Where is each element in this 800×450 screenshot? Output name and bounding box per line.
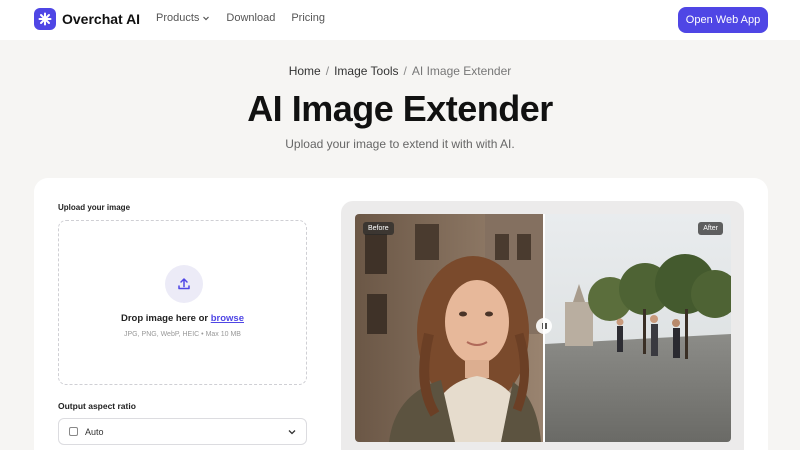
chevron-down-icon [203,16,210,21]
aspect-ratio-select[interactable]: Auto [58,418,307,445]
drop-text: Drop image here or [120,313,209,324]
before-after-preview: Before After [341,201,744,450]
breadcrumb: Home / Image Tools / AI Image Extender [0,64,800,78]
file-format-hint: JPG, PNG, WebP, HEIC • Max 10 MB [124,331,241,338]
page-title: AI Image Extender [247,88,553,129]
drop-instructions: Drop image here or browse [59,313,306,324]
nav-products[interactable]: Products [156,12,210,24]
brand-logo[interactable]: Overchat AI [34,8,140,30]
breadcrumb-separator: / [325,64,330,78]
nav-products-label: Products [156,12,200,24]
aspect-ratio-label: Output aspect ratio [58,401,136,411]
top-navbar: Overchat AI Products Download Pricing Op… [0,0,800,40]
after-badge: After [698,222,723,235]
open-web-app-button[interactable]: Open Web App [678,7,768,33]
checkbox-icon [69,427,78,436]
preview-image: Before After [355,214,731,442]
nav-pricing-label: Pricing [291,12,325,24]
comparison-slider-handle[interactable] [536,318,552,334]
image-dropzone[interactable]: Drop image here or browse JPG, PNG, WebP… [58,220,307,385]
tool-card: Upload your image Drop image here or bro… [34,178,768,450]
brand-name: Overchat AI [62,11,141,27]
page-subtitle: Upload your image to extend it with with… [285,137,515,151]
nav-download[interactable]: Download [226,12,275,24]
nav-links: Products Download Pricing [156,12,325,24]
upload-label: Upload your image [58,203,131,212]
breadcrumb-home[interactable]: Home [289,64,321,78]
aspect-ratio-value: Auto [85,426,104,437]
nav-pricing[interactable]: Pricing [291,12,325,24]
upload-icon [165,265,203,303]
breadcrumb-image-tools[interactable]: Image Tools [334,64,398,78]
chevron-down-icon [288,430,296,435]
before-badge: Before [363,222,394,235]
logo-icon [34,8,56,30]
breadcrumb-current: AI Image Extender [411,64,512,78]
breadcrumb-separator: / [403,64,407,78]
nav-download-label: Download [226,12,276,24]
browse-link[interactable]: browse [211,313,244,324]
